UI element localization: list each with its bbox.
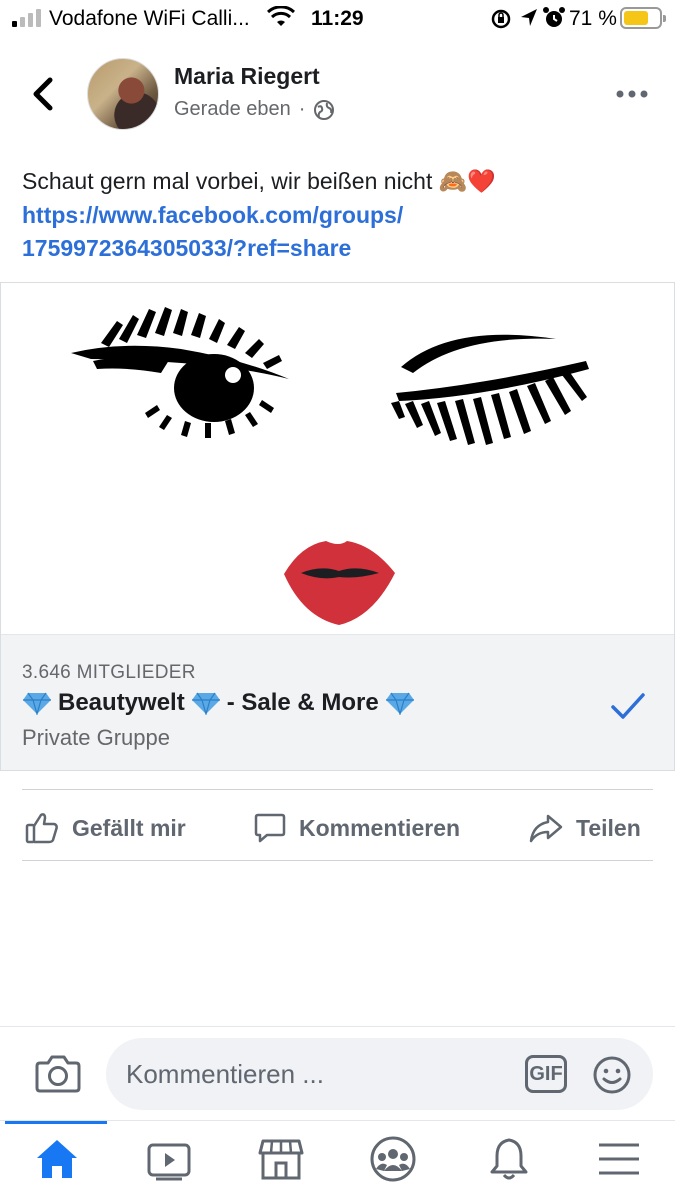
- bottom-tab-bar: [0, 1120, 675, 1200]
- carrier-name: Vodafone WiFi Calli...: [49, 7, 250, 30]
- post-link[interactable]: https://www.facebook.com/groups/ 1759972…: [22, 199, 652, 265]
- location-arrow-icon: [521, 9, 537, 26]
- post-timestamp: Gerade eben: [174, 98, 291, 120]
- divider: [22, 789, 653, 790]
- comment-composer: Kommentieren ... GIF: [0, 1026, 675, 1122]
- post-link-line2[interactable]: 1759972364305033/?ref=share: [22, 232, 652, 265]
- like-button[interactable]: Gefällt mir: [24, 808, 186, 848]
- gif-button[interactable]: GIF: [525, 1055, 567, 1093]
- avatar[interactable]: [87, 58, 159, 130]
- back-arrow-icon[interactable]: [26, 74, 62, 114]
- group-privacy: Private Gruppe: [22, 725, 170, 750]
- marketplace-icon[interactable]: [256, 1135, 306, 1183]
- comment-button[interactable]: Kommentieren: [253, 808, 460, 848]
- watch-icon[interactable]: [144, 1135, 194, 1183]
- shared-group-card[interactable]: 3.646 MITGLIEDER Beautywelt - Sale & Mor…: [0, 282, 675, 771]
- like-label[interactable]: Gefällt mir: [72, 815, 186, 842]
- battery-icon: [620, 7, 666, 29]
- orientation-lock-icon: [491, 9, 511, 29]
- group-cover-image[interactable]: [1, 283, 674, 634]
- open-eye-illustration: [71, 307, 289, 438]
- home-icon[interactable]: [32, 1135, 82, 1183]
- group-info[interactable]: 3.646 MITGLIEDER Beautywelt - Sale & Mor…: [1, 634, 674, 770]
- clock: 11:29: [311, 7, 364, 30]
- status-bar: Vodafone WiFi Calli... 11:29 71 %: [0, 0, 675, 40]
- share-label[interactable]: Teilen: [576, 815, 641, 842]
- gem-icon: [23, 692, 51, 715]
- wifi-icon: [267, 6, 295, 26]
- comment-label[interactable]: Kommentieren: [299, 815, 460, 842]
- post-text: Schaut gern mal vorbei, wir beißen nicht…: [22, 168, 497, 194]
- lips-illustration: [284, 541, 395, 625]
- share-arrow-icon: [529, 814, 563, 843]
- globe-icon: [314, 99, 335, 120]
- comment-input[interactable]: Kommentieren ... GIF: [106, 1038, 653, 1110]
- more-options-icon[interactable]: [612, 82, 652, 106]
- group-name-part1[interactable]: Beautywelt: [58, 689, 185, 717]
- notifications-icon[interactable]: [484, 1135, 534, 1183]
- comment-placeholder[interactable]: Kommentieren ...: [126, 1059, 324, 1090]
- groups-icon[interactable]: [368, 1135, 418, 1183]
- winking-eye-illustration: [391, 334, 589, 445]
- author-name[interactable]: Maria Riegert: [174, 63, 320, 90]
- emoji-icon[interactable]: [592, 1055, 632, 1095]
- winking-face-illustration: [71, 307, 589, 625]
- comment-bubble-icon: [254, 813, 286, 843]
- alarm-icon: [543, 7, 565, 27]
- divider: [22, 860, 653, 861]
- menu-icon[interactable]: [594, 1135, 644, 1183]
- thumbs-up-icon: [25, 813, 58, 844]
- active-tab-indicator: [5, 1121, 107, 1124]
- gem-icon: [191, 692, 220, 715]
- post-link-line1[interactable]: https://www.facebook.com/groups/: [22, 199, 652, 232]
- post-meta: Gerade eben ·: [174, 98, 335, 121]
- group-name[interactable]: Beautywelt - Sale & More: [22, 689, 415, 717]
- camera-icon[interactable]: [34, 1051, 82, 1095]
- group-name-part2[interactable]: - Sale & More: [227, 689, 379, 717]
- gem-icon: [385, 692, 414, 715]
- share-button[interactable]: Teilen: [528, 808, 641, 848]
- member-count: 3.646 MITGLIEDER: [22, 662, 196, 683]
- battery-percent: 71 %: [569, 7, 617, 30]
- meta-separator: ·: [298, 98, 306, 120]
- signal-icon: [12, 9, 41, 27]
- checkmark-icon[interactable]: [609, 690, 647, 722]
